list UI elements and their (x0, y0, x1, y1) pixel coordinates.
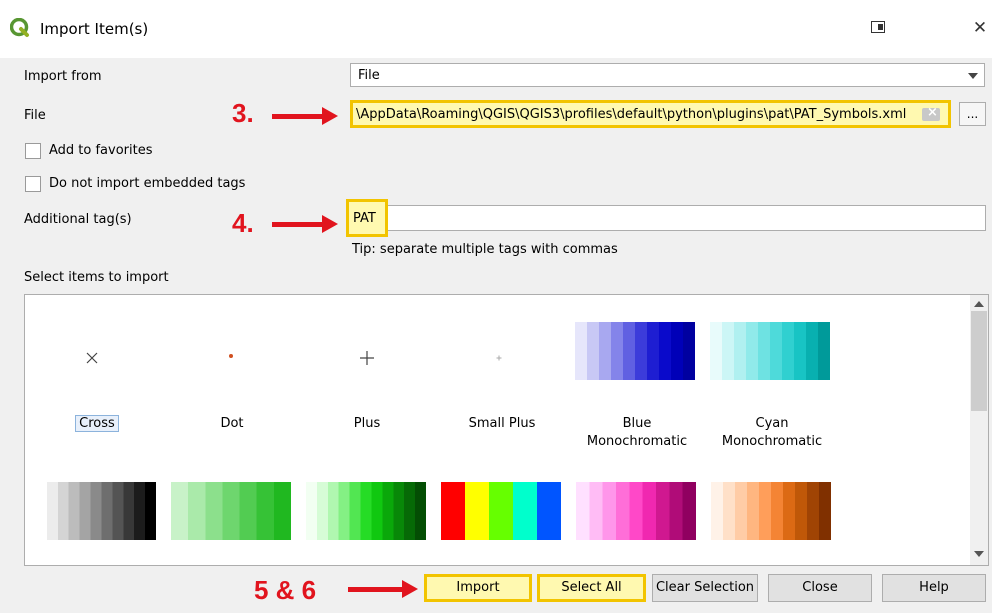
list-item-label[interactable]: Dot (162, 415, 302, 433)
chevron-down-icon (968, 73, 978, 79)
tags-tip: Tip: separate multiple tags with commas (352, 242, 618, 257)
no-embedded-tags-label: Do not import embedded tags (49, 176, 246, 191)
cross-marker-icon (86, 352, 98, 364)
items-list[interactable]: Cross Dot Plus Small Plus Blue Monochrom… (24, 294, 989, 566)
select-all-button[interactable]: Select All (537, 574, 646, 602)
additional-tags-input[interactable] (350, 205, 986, 231)
list-item-label[interactable]: Blue Monochromatic (567, 415, 707, 451)
rainbow-ramp-preview[interactable] (441, 482, 561, 540)
step-4-arrow (272, 215, 338, 233)
window-title: Import Item(s) (40, 20, 149, 38)
clear-icon[interactable] (922, 105, 940, 121)
scroll-down-icon[interactable] (974, 551, 984, 557)
file-path-input[interactable]: \AppData\Roaming\QGIS\QGIS3\profiles\def… (350, 100, 951, 128)
select-items-label: Select items to import (24, 270, 169, 285)
dot-marker-icon (229, 354, 233, 358)
import-from-value: File (358, 68, 380, 83)
title-bar: Import Item(s) ✕ (0, 0, 992, 58)
help-button[interactable]: Help (882, 574, 986, 602)
file-path-value: \AppData\Roaming\QGIS\QGIS3\profiles\def… (356, 107, 907, 122)
plus-marker-icon (360, 351, 374, 365)
scroll-up-icon[interactable] (974, 301, 984, 307)
context-help-icon[interactable] (866, 16, 890, 40)
step-5-6-annotation: 5 & 6 (254, 575, 317, 605)
add-favorites-label: Add to favorites (49, 143, 153, 158)
step-3-annotation: 3. (232, 98, 254, 128)
import-button[interactable]: Import (424, 574, 532, 602)
qgis-logo-icon (10, 18, 29, 37)
vertical-scrollbar[interactable] (970, 295, 988, 565)
list-item-label[interactable]: Small Plus (432, 415, 572, 433)
step-5-6-arrow (348, 580, 418, 598)
step-3-arrow (272, 107, 338, 125)
blue-ramp-preview (575, 322, 695, 380)
gray-ramp-preview[interactable] (36, 482, 156, 540)
no-embedded-tags-checkbox[interactable] (25, 176, 41, 192)
green-ramp-2-preview[interactable] (306, 482, 426, 540)
additional-tags-value: PAT (353, 211, 376, 226)
list-item-label[interactable]: Cross (27, 415, 167, 433)
clear-selection-button[interactable]: Clear Selection (652, 574, 758, 602)
import-from-select[interactable]: File (350, 63, 985, 87)
import-from-label: Import from (24, 69, 102, 84)
file-label: File (24, 108, 46, 123)
additional-tags-label: Additional tag(s) (24, 212, 132, 227)
magenta-ramp-preview[interactable] (576, 482, 696, 540)
browse-button[interactable]: ... (959, 102, 986, 126)
green-ramp-preview[interactable] (171, 482, 291, 540)
orange-ramp-preview[interactable] (711, 482, 831, 540)
add-favorites-checkbox[interactable] (25, 143, 41, 159)
scrollbar-thumb[interactable] (971, 311, 987, 411)
cyan-ramp-preview (710, 322, 830, 380)
list-item-label[interactable]: Plus (297, 415, 437, 433)
list-item-label[interactable]: Cyan Monochromatic (702, 415, 842, 451)
close-icon[interactable]: ✕ (968, 16, 992, 40)
small-plus-marker-icon (496, 355, 502, 361)
close-button[interactable]: Close (768, 574, 872, 602)
step-4-annotation: 4. (232, 208, 254, 238)
